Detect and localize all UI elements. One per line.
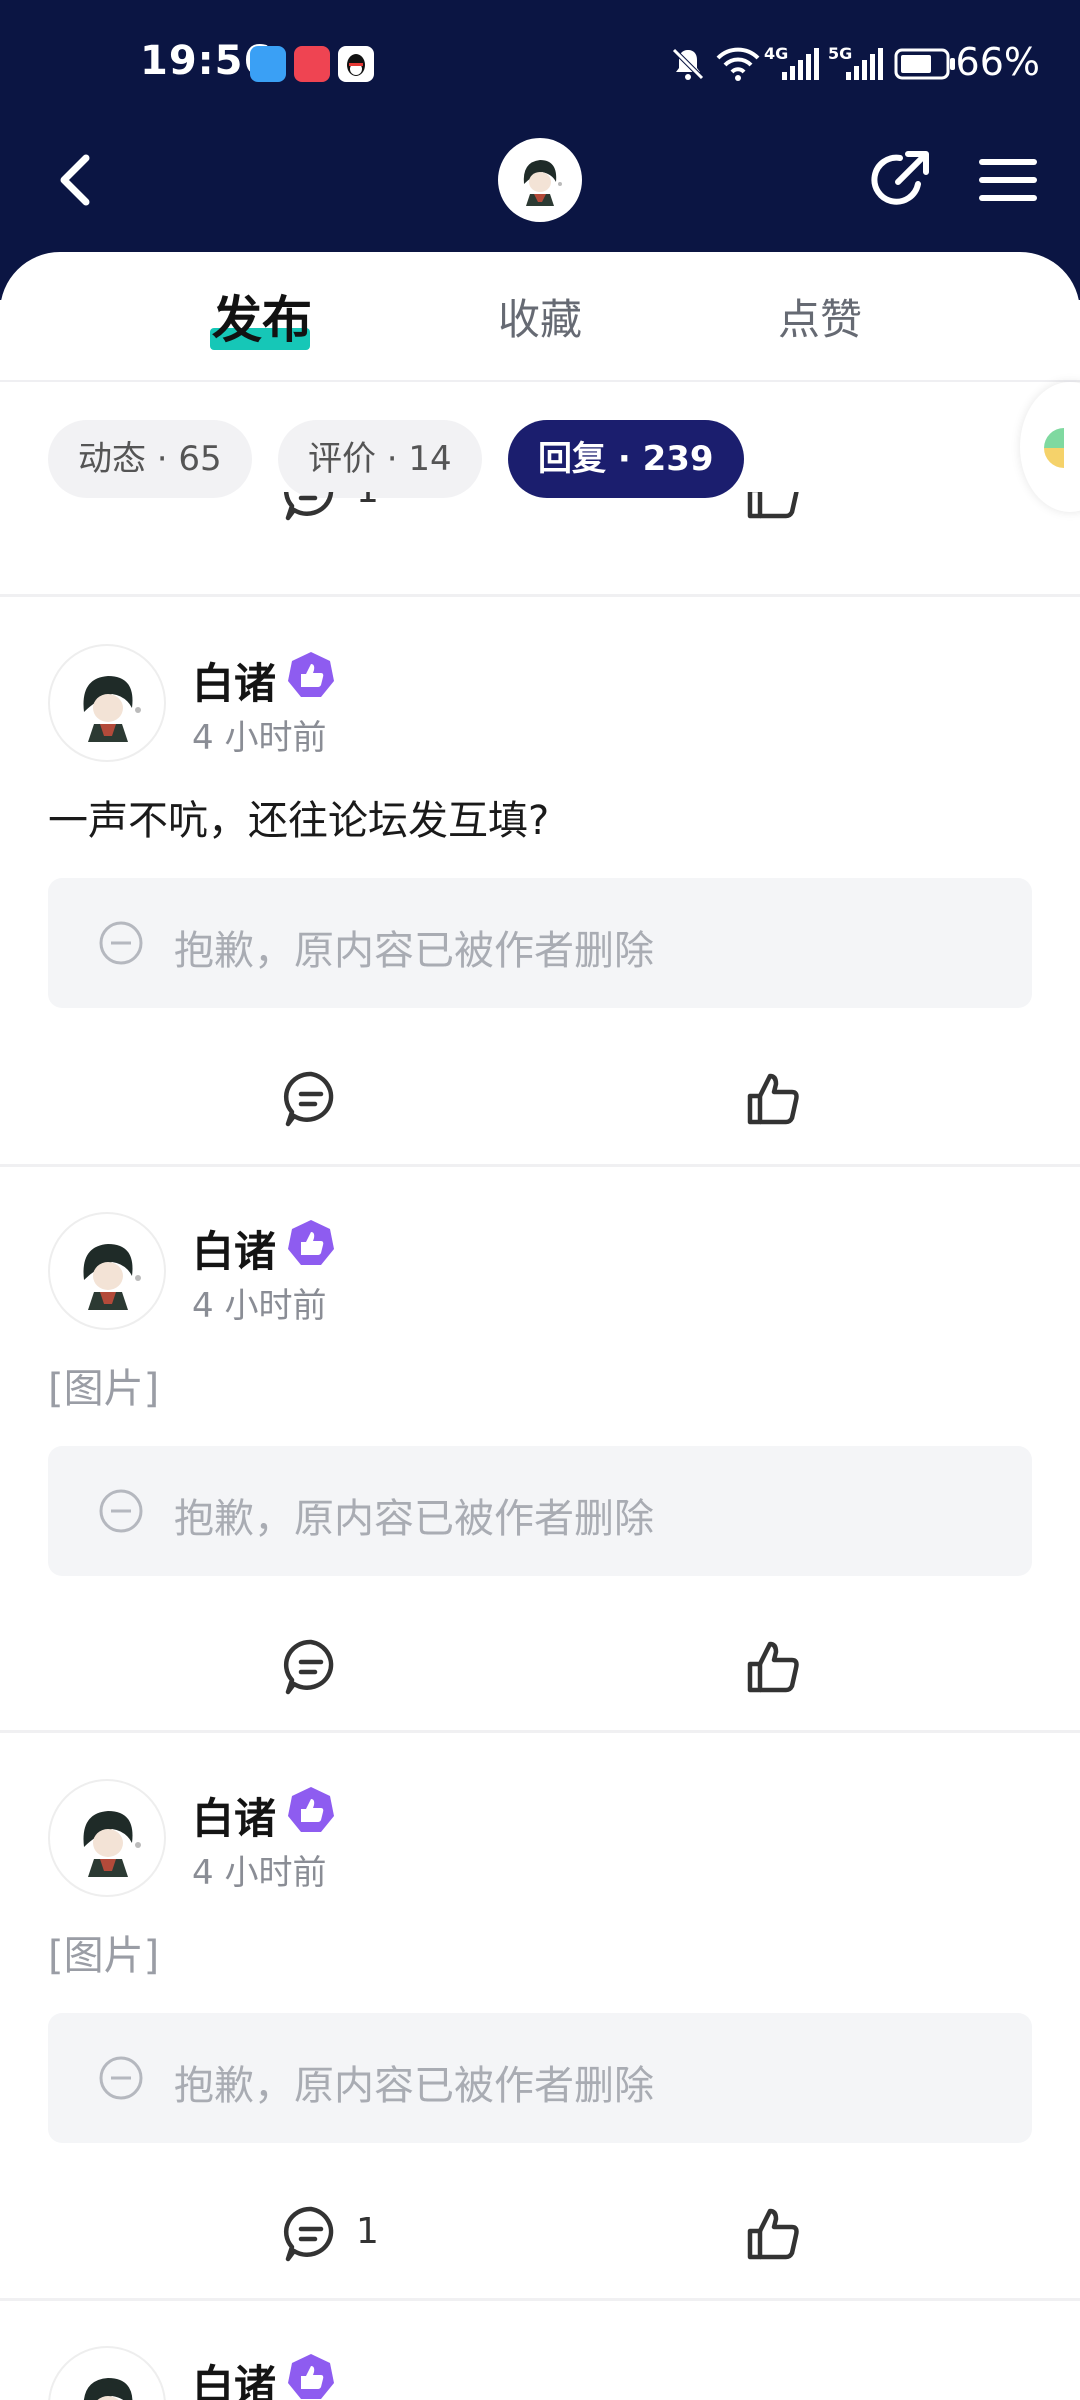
profile-avatar[interactable] bbox=[498, 138, 582, 222]
tab-publish[interactable]: 发布 bbox=[212, 280, 312, 352]
reply-text: [图片] bbox=[48, 1366, 160, 1412]
minus-circle-icon bbox=[99, 921, 143, 965]
tab-favorites[interactable]: 收藏 bbox=[498, 286, 582, 347]
reply-post[interactable]: 白诸 4 小时前 [图片] 抱歉，原内容已被作者删除 1 bbox=[0, 1733, 1080, 2299]
verified-badge-icon bbox=[288, 2354, 334, 2399]
author-avatar[interactable] bbox=[48, 1212, 166, 1330]
post-time: 4 小时前 bbox=[192, 1853, 327, 1893]
signal-icon-1 bbox=[782, 48, 819, 80]
comment-count: 1 bbox=[356, 492, 379, 511]
signal-icon-2 bbox=[846, 48, 883, 80]
author-name[interactable]: 白诸 bbox=[192, 650, 276, 711]
reply-text: 一声不吭，还往论坛发互填? bbox=[48, 798, 550, 844]
minus-circle-icon bbox=[99, 1489, 143, 1533]
like-icon[interactable] bbox=[742, 492, 804, 524]
deleted-original-box: 抱歉，原内容已被作者删除 bbox=[48, 878, 1032, 1008]
reply-post[interactable]: 白诸 4 小时前 [图片] 抱歉，原内容已被作者删除 bbox=[0, 1166, 1080, 1732]
comment-icon[interactable] bbox=[280, 1636, 342, 1698]
author-name[interactable]: 白诸 bbox=[192, 1218, 276, 1279]
deleted-notice: 抱歉，原内容已被作者删除 bbox=[174, 928, 654, 974]
author-name[interactable]: 白诸 bbox=[192, 2352, 276, 2400]
battery-percent: 66% bbox=[955, 40, 1040, 84]
like-icon[interactable] bbox=[742, 1636, 804, 1698]
chip-reviews[interactable]: 评价 · 14 bbox=[278, 420, 482, 498]
deleted-notice: 抱歉，原内容已被作者删除 bbox=[174, 2063, 654, 2109]
like-icon[interactable] bbox=[742, 2203, 804, 2265]
status-bar: 19:56 4G 5G 66% bbox=[0, 0, 1080, 130]
deleted-original-box: 抱歉，原内容已被作者删除 bbox=[48, 1446, 1032, 1576]
post-divider bbox=[0, 594, 1080, 597]
browser-app-icon bbox=[250, 46, 286, 82]
verified-badge-icon bbox=[288, 1787, 334, 1832]
post-time: 4 小时前 bbox=[192, 1286, 327, 1326]
author-avatar[interactable] bbox=[48, 644, 166, 762]
minus-circle-icon bbox=[99, 2056, 143, 2100]
reply-post[interactable]: 白诸 4 小时前 一声不吭，还往论坛发互填? 抱歉，原内容已被作者删除 bbox=[0, 598, 1080, 1164]
comment-icon[interactable] bbox=[280, 1068, 342, 1130]
qq-app-icon bbox=[338, 46, 374, 82]
chip-activity[interactable]: 动态 · 65 bbox=[48, 420, 252, 498]
verified-badge-icon bbox=[288, 1220, 334, 1265]
verified-badge-icon bbox=[288, 652, 334, 697]
mute-icon bbox=[672, 48, 704, 80]
wifi-icon bbox=[716, 47, 760, 81]
author-avatar[interactable] bbox=[48, 1779, 166, 1897]
tab-likes[interactable]: 点赞 bbox=[778, 286, 862, 347]
share-icon[interactable] bbox=[866, 144, 936, 214]
post-time: 4 小时前 bbox=[192, 718, 327, 758]
reply-post[interactable]: 白诸 bbox=[0, 2300, 1080, 2400]
tab-bar: 发布 收藏 点赞 bbox=[0, 252, 1080, 382]
previous-post-actions: 1 bbox=[0, 492, 1080, 552]
comment-count: 1 bbox=[356, 2211, 379, 2252]
deleted-notice: 抱歉，原内容已被作者删除 bbox=[174, 1496, 654, 1542]
battery-icon bbox=[894, 48, 955, 80]
reply-text: [图片] bbox=[48, 1933, 160, 1979]
shop-app-icon bbox=[294, 46, 330, 82]
comment-icon[interactable] bbox=[280, 492, 342, 524]
content-sheet: 发布 收藏 点赞 动态 · 65 评价 · 14 回复 · 239 1 bbox=[0, 252, 1080, 2400]
like-icon[interactable] bbox=[742, 1068, 804, 1130]
deleted-original-box: 抱歉，原内容已被作者删除 bbox=[48, 2013, 1032, 2143]
comment-icon[interactable] bbox=[280, 2203, 342, 2265]
author-avatar[interactable] bbox=[48, 2346, 166, 2400]
menu-icon[interactable] bbox=[976, 150, 1040, 210]
author-name[interactable]: 白诸 bbox=[192, 1785, 276, 1846]
chip-replies[interactable]: 回复 · 239 bbox=[508, 420, 744, 498]
back-arrow-icon[interactable] bbox=[48, 150, 108, 210]
navigation-bar bbox=[0, 130, 1080, 250]
